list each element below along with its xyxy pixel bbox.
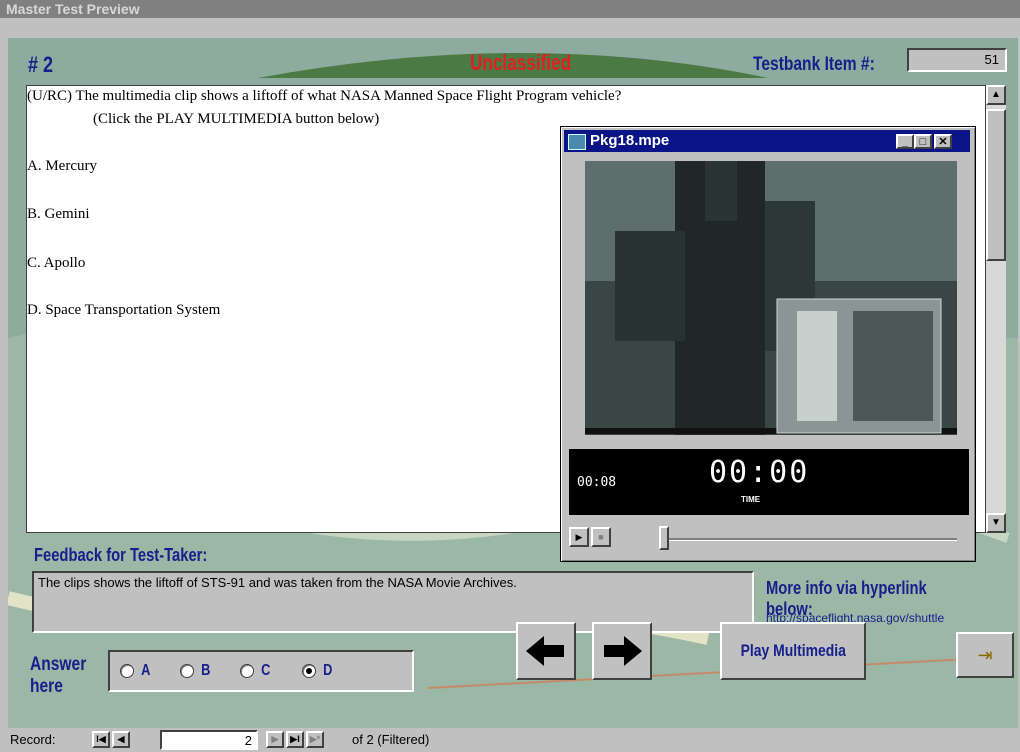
scroll-down-button[interactable]: ▼ [986, 513, 1006, 533]
time-readout: 00:00 [709, 455, 810, 490]
first-record-button[interactable]: I◀ [92, 731, 110, 748]
media-player-title: Pkg18.mpe [590, 132, 670, 149]
play-button[interactable]: ▶ [569, 527, 589, 547]
previous-button[interactable] [516, 622, 576, 680]
answer-option-c[interactable]: C [240, 662, 272, 680]
prev-record-button[interactable]: ◀ [112, 731, 130, 748]
answer-label-line1: Answer [30, 654, 87, 675]
seek-thumb[interactable] [659, 526, 669, 550]
answer-option-a[interactable]: A [120, 662, 152, 680]
next-button[interactable] [592, 622, 652, 680]
radio-c[interactable] [240, 664, 254, 678]
close-button[interactable]: ✕ [934, 134, 952, 149]
seek-track[interactable] [659, 538, 957, 541]
video-frame [585, 161, 957, 435]
window-title: Master Test Preview [0, 0, 1020, 18]
playback-display: 00:08 00:00 TIME [569, 449, 969, 515]
option-c-text: C. Apollo [27, 255, 86, 271]
option-b-text: B. Gemini [27, 206, 90, 222]
answer-label: Answer here [30, 654, 86, 698]
play-multimedia-label: Play Multimedia [740, 641, 846, 660]
radio-d[interactable] [302, 664, 316, 678]
question-number: # 2 [28, 52, 54, 77]
maximize-button[interactable]: □ [914, 134, 932, 149]
stop-button[interactable]: ■ [591, 527, 611, 547]
classification-label: Unclassified [470, 50, 572, 75]
current-record-field[interactable]: 2 [160, 730, 258, 750]
minimize-button[interactable]: _ [896, 134, 914, 149]
record-count: of 2 (Filtered) [352, 732, 430, 747]
answer-option-group: A B C D [108, 650, 414, 692]
elapsed-time: 00:08 [577, 475, 617, 490]
option-a-text: A. Mercury [27, 158, 97, 174]
exit-button[interactable]: ⇥ [956, 632, 1014, 678]
launch-pad-image [585, 161, 957, 435]
media-player-window: Pkg18.mpe _ □ ✕ 00:08 00:00 TIME ▶ ■ [560, 126, 976, 562]
answer-option-b[interactable]: B [180, 662, 212, 680]
question-instruction: (Click the PLAY MULTIMEDIA button below) [93, 111, 380, 127]
time-label: TIME [741, 495, 761, 504]
right-arrow-icon [604, 636, 642, 666]
play-multimedia-button[interactable]: Play Multimedia [720, 622, 866, 680]
last-record-button[interactable]: ▶I [286, 731, 304, 748]
answer-label-line2: here [30, 676, 63, 697]
radio-a[interactable] [120, 664, 134, 678]
new-record-button[interactable]: ▶* [306, 731, 324, 748]
scroll-thumb[interactable] [986, 109, 1006, 261]
exit-door-icon: ⇥ [977, 645, 993, 665]
answer-option-d-label: D [323, 662, 333, 679]
scroll-up-button[interactable]: ▲ [986, 85, 1006, 105]
option-d-text: D. Space Transportation System [27, 302, 221, 318]
answer-option-b-label: B [201, 662, 211, 679]
answer-option-d[interactable]: D [302, 662, 334, 680]
left-arrow-icon [526, 636, 564, 666]
feedback-label: Feedback for Test-Taker: [34, 545, 208, 565]
testbank-item-field[interactable]: 51 [907, 48, 1007, 72]
answer-option-a-label: A [141, 662, 151, 679]
answer-option-c-label: C [261, 662, 271, 679]
testbank-item-label: Testbank Item #: [753, 54, 875, 75]
next-record-button[interactable]: ▶ [266, 731, 284, 748]
media-file-icon [568, 134, 586, 150]
media-player-titlebar[interactable]: Pkg18.mpe _ □ ✕ [564, 130, 970, 152]
question-stem: (U/RC) The multimedia clip shows a lifto… [27, 88, 622, 104]
record-label: Record: [10, 732, 56, 747]
radio-b[interactable] [180, 664, 194, 678]
question-scrollbar[interactable]: ▲ ▼ [986, 85, 1006, 533]
record-navigation-bar: Record: I◀ ◀ 2 ▶ ▶I ▶* of 2 (Filtered) [0, 728, 1020, 752]
